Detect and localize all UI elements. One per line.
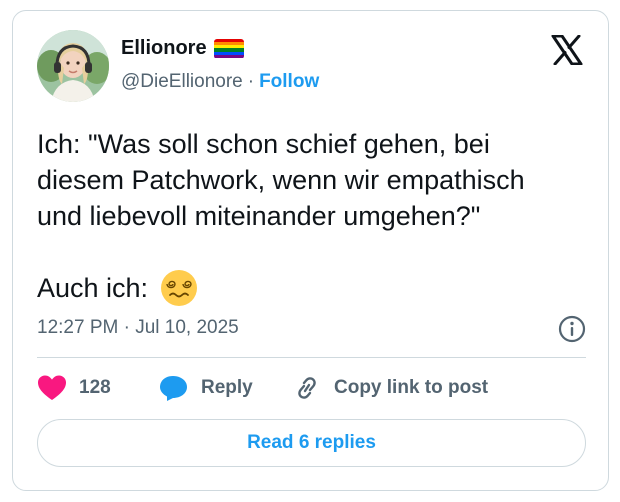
avatar[interactable]: [37, 30, 109, 102]
display-name[interactable]: Ellionore: [121, 37, 207, 60]
info-icon[interactable]: [557, 314, 587, 344]
reply-label: Reply: [201, 377, 253, 398]
speech-bubble-icon: [160, 376, 187, 401]
copy-link-button[interactable]: Copy link to post: [292, 374, 488, 402]
tweet-second-line-text: Auch ich:: [37, 272, 149, 303]
dizzy-face-emoji-icon: [161, 270, 198, 306]
handle[interactable]: @DieEllionore: [121, 71, 243, 93]
follow-button[interactable]: Follow: [259, 71, 319, 93]
divider: [37, 357, 586, 358]
x-logo-icon[interactable]: [551, 35, 583, 65]
tweet-text: Ich: "Was soll schon schief gehen, bei d…: [37, 129, 525, 231]
handle-row: @DieEllionore · Follow: [121, 71, 319, 93]
tweet-second-line: Auch ich:: [37, 269, 198, 307]
reply-button[interactable]: Reply: [159, 374, 292, 402]
separator: ·: [247, 71, 255, 92]
link-icon: [298, 377, 316, 399]
like-button[interactable]: 128: [37, 374, 159, 402]
copy-link-label: Copy link to post: [334, 377, 489, 398]
read-replies-button[interactable]: Read 6 replies: [37, 419, 586, 467]
heart-icon: [38, 375, 66, 400]
timestamp[interactable]: 12:27 PM · Jul 10, 2025: [37, 317, 239, 339]
action-bar: 128 Reply Copy link to post: [37, 371, 488, 405]
like-count: 128: [79, 377, 111, 398]
avatar-image: [37, 30, 109, 102]
author-name-row: Ellionore: [121, 37, 244, 60]
tweet-card: Ellionore @DieEllionore · Follow Ich: "W…: [12, 10, 609, 491]
rainbow-flag-icon: [213, 38, 244, 59]
